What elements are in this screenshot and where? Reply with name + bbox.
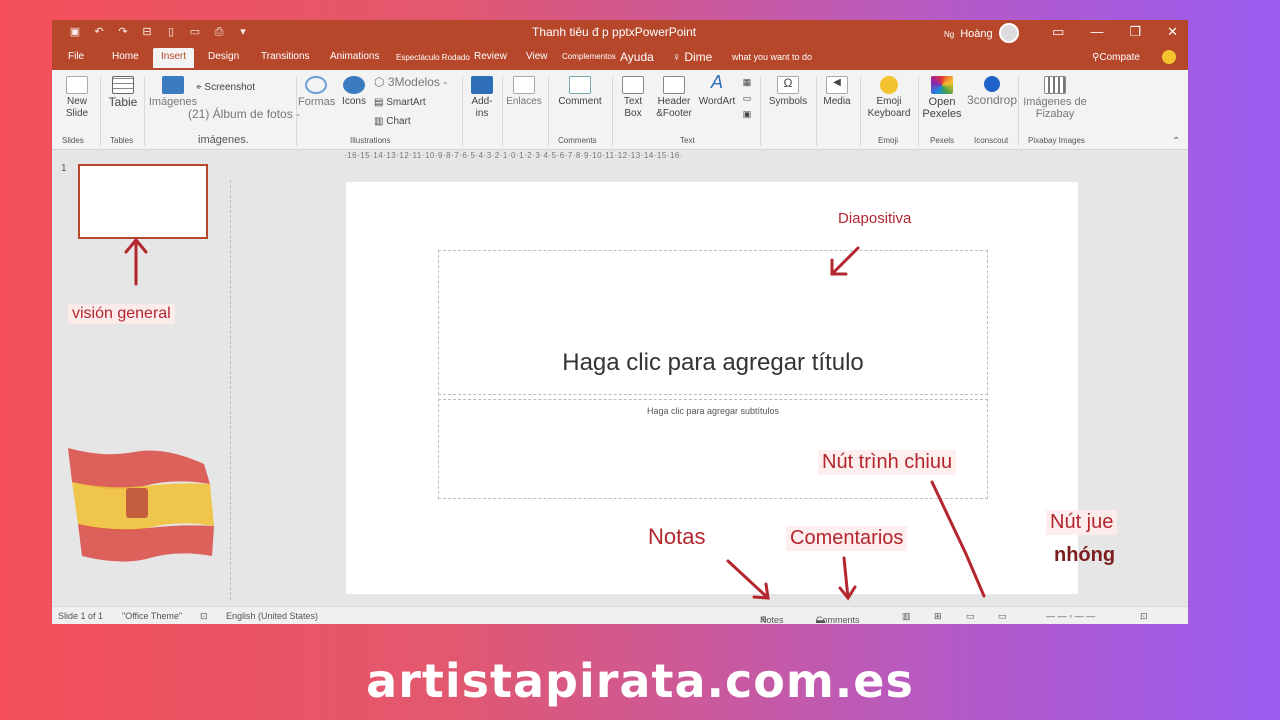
arrow-trinh-chieu — [930, 480, 986, 598]
watermark-url: artistapirata.com.es — [366, 654, 914, 708]
arrow-up-thumbnail — [124, 237, 148, 286]
arrow-comentarios — [838, 556, 857, 601]
arrow-notas — [726, 559, 770, 600]
powerpoint-window: ▣ ↶ ↷ ⊟ ▯ ▭ ⎙ ▾ Thanh tiêu đ p pptxPower… — [52, 20, 1188, 624]
annotation-arrows — [124, 237, 986, 601]
spain-flag-illustration — [68, 448, 214, 562]
arrow-diapositiva — [830, 246, 860, 276]
